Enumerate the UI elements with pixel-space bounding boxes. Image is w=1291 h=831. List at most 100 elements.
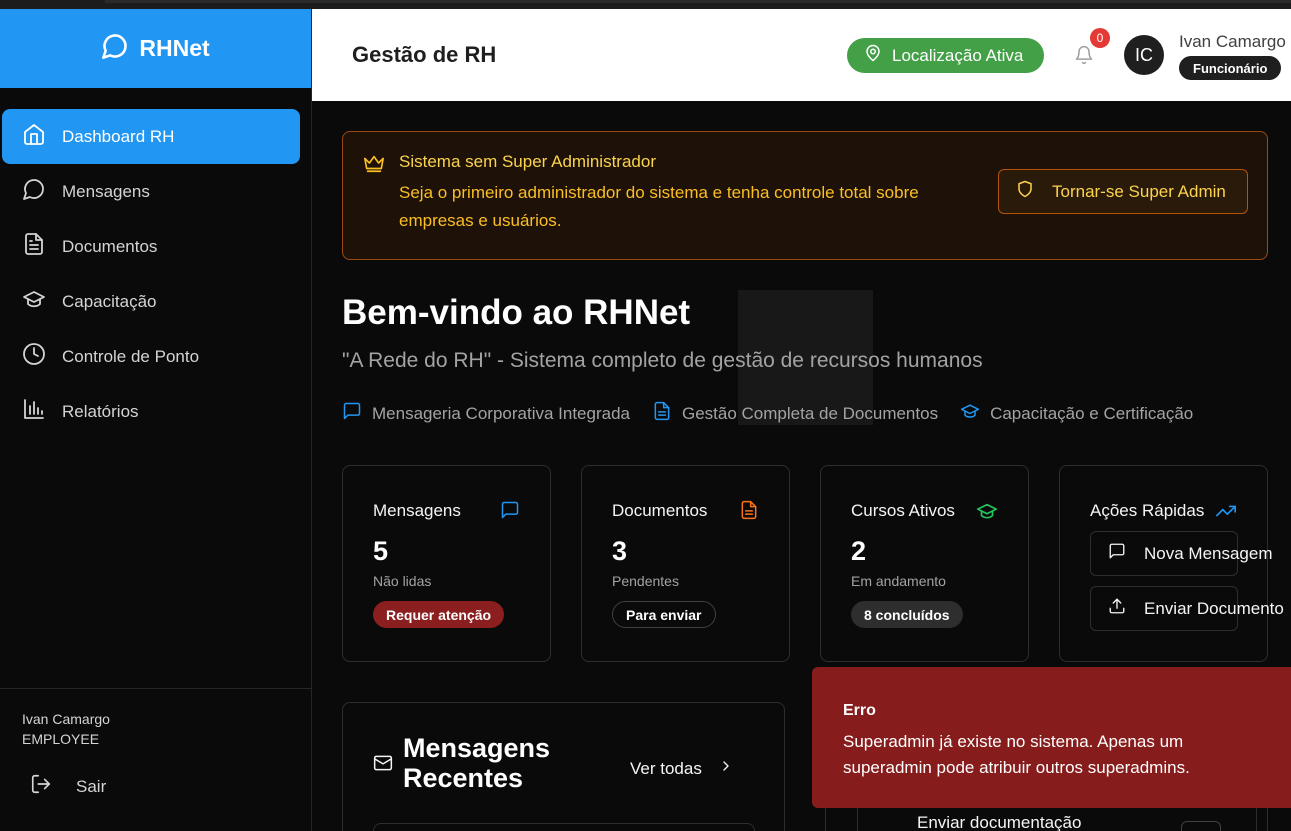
trending-up-icon <box>1215 500 1237 527</box>
location-status-label: Localização Ativa <box>892 45 1024 65</box>
status-badge: 8 concluídos <box>851 601 963 628</box>
feature-item: Capacitação e Certificação <box>960 401 1193 426</box>
map-pin-icon <box>864 44 882 67</box>
messages-stat-card[interactable]: Mensagens 5 Não lidas Requer atenção <box>342 465 551 662</box>
upload-icon <box>1108 597 1126 620</box>
sidebar-item-training[interactable]: Capacitação <box>2 274 300 329</box>
crown-icon <box>363 152 385 179</box>
welcome-subtitle: "A Rede do RH" - Sistema completo de ges… <box>342 349 983 372</box>
documents-stat-card[interactable]: Documentos 3 Pendentes Para enviar <box>581 465 790 662</box>
sidebar-user-role: EMPLOYEE <box>22 731 100 747</box>
graduation-cap-icon <box>960 401 980 426</box>
sidebar: RHNet Dashboard RH Mensagens Documentos … <box>0 9 312 831</box>
feature-label: Mensageria Corporativa Integrada <box>372 403 630 423</box>
sidebar-item-label: Relatórios <box>62 401 139 421</box>
alert-description: Seja o primeiro administrador do sistema… <box>399 183 919 230</box>
sidebar-item-dashboard[interactable]: Dashboard RH <box>2 109 300 164</box>
sidebar-item-label: Documentos <box>62 236 158 256</box>
toast-title: Erro <box>843 702 876 719</box>
send-document-button[interactable]: Enviar Documento <box>1090 586 1284 631</box>
sidebar-footer: Ivan Camargo EMPLOYEE Sair <box>0 688 311 831</box>
new-message-label: Nova Mensagem <box>1144 543 1273 563</box>
graduation-cap-icon <box>22 287 46 316</box>
feature-item: Gestão Completa de Documentos <box>652 401 938 426</box>
quick-actions-card: Ações Rápidas Nova Mensagem Enviar Docum… <box>1059 465 1284 662</box>
sidebar-item-label: Dashboard RH <box>62 126 175 146</box>
message-square-icon <box>342 401 362 426</box>
card-label: Pendentes <box>612 573 679 589</box>
new-message-button[interactable]: Nova Mensagem <box>1090 531 1273 576</box>
brand-header[interactable]: RHNet <box>0 9 311 88</box>
sidebar-item-messages[interactable]: Mensagens <box>2 164 300 219</box>
super-admin-alert: Sistema sem Super Administrador Seja o p… <box>342 131 1268 260</box>
user-role-badge: Funcionário <box>1179 56 1282 80</box>
shield-icon <box>1016 180 1034 203</box>
message-square-icon <box>1108 542 1126 565</box>
feature-label: Capacitação e Certificação <box>990 403 1194 423</box>
card-title: Ações Rápidas <box>1090 501 1205 520</box>
chevron-right-icon <box>718 758 734 779</box>
become-super-admin-button[interactable]: Tornar-se Super Admin <box>998 169 1248 214</box>
mail-icon <box>373 753 393 778</box>
card-value: 2 <box>851 536 867 566</box>
document-icon <box>652 401 672 426</box>
avatar[interactable]: IC <box>1124 35 1164 75</box>
feature-list: Mensageria Corporativa Integrada Gestão … <box>342 401 1193 426</box>
sidebar-user-info: Ivan Camargo EMPLOYEE <box>22 709 110 749</box>
pending-item-label: Enviar documentação <box>917 813 1082 831</box>
card-title: Cursos Ativos <box>851 501 955 520</box>
card-title: Documentos <box>612 501 708 520</box>
send-document-label: Enviar Documento <box>1144 598 1284 618</box>
browser-tab-line <box>105 0 1291 3</box>
sidebar-item-time-control[interactable]: Controle de Ponto <box>2 329 300 384</box>
sidebar-item-label: Mensagens <box>62 181 150 201</box>
browser-top-strip <box>0 0 1291 9</box>
become-super-admin-label: Tornar-se Super Admin <box>1052 181 1226 201</box>
sidebar-item-reports[interactable]: Relatórios <box>2 384 300 439</box>
status-badge: Para enviar <box>612 601 716 628</box>
error-toast[interactable]: Erro Superadmin já existe no sistema. Ap… <box>812 667 1291 808</box>
view-all-label: Ver todas <box>630 758 702 778</box>
card-title: Mensagens <box>373 501 461 520</box>
card-value: 3 <box>612 536 628 566</box>
sidebar-user-name: Ivan Camargo <box>22 711 110 727</box>
bell-icon[interactable] <box>1074 45 1094 70</box>
message-icon <box>22 177 46 206</box>
document-icon <box>739 500 759 525</box>
recent-messages-panel: Mensagens Recentes Ver todas <box>342 702 785 831</box>
brand-name: RHNet <box>139 35 210 61</box>
top-header: Gestão de RH Localização Ativa 0 IC Ivan… <box>312 9 1291 101</box>
alert-title: Sistema sem Super Administrador <box>399 152 656 171</box>
sidebar-item-label: Controle de Ponto <box>62 346 200 366</box>
logout-button[interactable]: Sair <box>30 773 106 800</box>
view-all-link[interactable]: Ver todas <box>630 758 734 779</box>
sidebar-nav: Dashboard RH Mensagens Documentos Capaci… <box>0 88 311 439</box>
location-status-badge[interactable]: Localização Ativa <box>847 38 1044 73</box>
header-user-name: Ivan Camargo <box>1179 32 1286 51</box>
sidebar-item-label: Capacitação <box>62 291 157 311</box>
chat-bubble-icon <box>101 32 129 65</box>
page-title: Gestão de RH <box>352 42 497 67</box>
bar-chart-icon <box>22 397 46 426</box>
card-value: 5 <box>373 536 389 566</box>
card-label: Em andamento <box>851 573 946 589</box>
clock-icon <box>22 342 46 371</box>
sidebar-item-documents[interactable]: Documentos <box>2 219 300 274</box>
logout-icon <box>30 773 52 800</box>
message-square-icon <box>500 500 520 525</box>
card-label: Não lidas <box>373 573 432 589</box>
feature-item: Mensageria Corporativa Integrada <box>342 401 630 426</box>
toast-description: Superadmin já existe no sistema. Apenas … <box>843 732 1190 777</box>
courses-stat-card[interactable]: Cursos Ativos 2 Em andamento 8 concluído… <box>820 465 1029 662</box>
list-item[interactable] <box>373 823 755 831</box>
recent-messages-title: Mensagens Recentes <box>403 733 551 793</box>
logout-label: Sair <box>76 776 107 796</box>
pending-item-action-button[interactable] <box>1181 821 1221 831</box>
feature-label: Gestão Completa de Documentos <box>681 403 939 423</box>
document-icon <box>22 232 46 261</box>
status-badge: Requer atenção <box>373 601 505 628</box>
notification-count-badge: 0 <box>1090 28 1110 48</box>
welcome-title: Bem-vindo ao RHNet <box>342 293 691 332</box>
home-icon <box>22 122 46 151</box>
graduation-cap-icon <box>976 500 998 527</box>
